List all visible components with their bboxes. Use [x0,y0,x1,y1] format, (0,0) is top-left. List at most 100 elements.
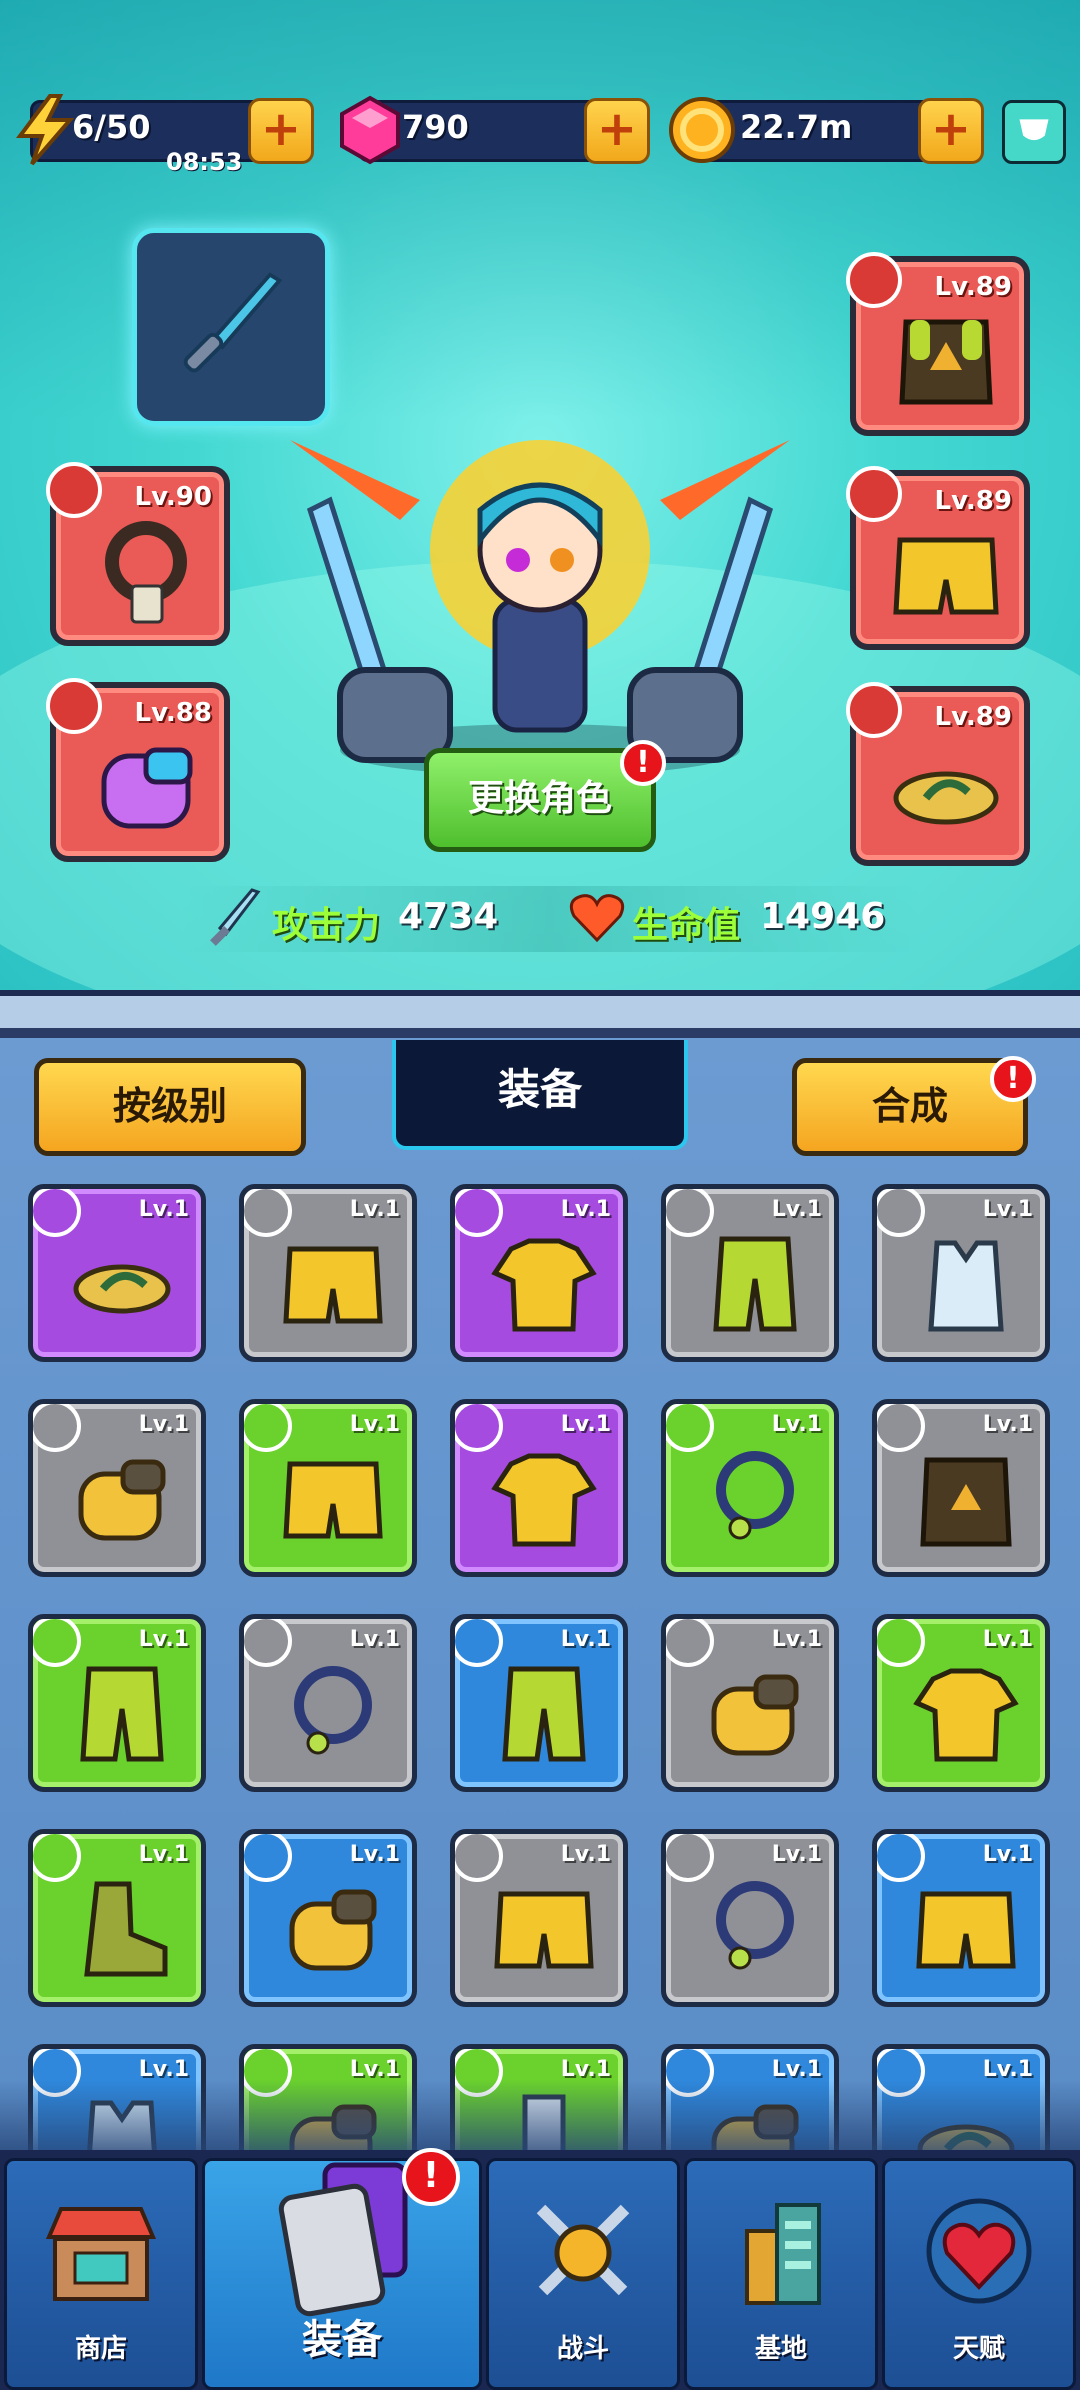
glove-category-icon [244,1834,292,1882]
weapon-slot[interactable] [132,228,330,426]
shop-icon [45,2207,157,2301]
inventory-item[interactable]: Lv.1 [661,1399,839,1577]
boots-category-icon [33,1834,81,1882]
add-gems-button[interactable]: + [584,98,650,164]
equipped-shoes-slot[interactable]: Lv.89 [846,682,1030,866]
necklace-icon [105,521,187,624]
shirt-category-icon [455,1404,503,1452]
pants-category-icon [455,1619,503,1667]
pants-category-icon [666,1189,714,1237]
armor-category-icon [877,1404,925,1452]
hp-value: 14946 [760,896,886,937]
gem-icon [340,95,400,165]
nav-battle[interactable]: 战斗 [486,2158,680,2390]
glove-icon [101,747,193,829]
inventory-item-level: Lv.1 [349,1412,400,1437]
add-energy-button[interactable]: + [248,98,314,164]
equipment-cards-icon [278,2162,408,2317]
nav-talent[interactable]: 天赋 [882,2158,1076,2390]
nav-base[interactable]: 基地 [684,2158,878,2390]
shoes-icon [73,1264,171,1314]
nav-equipment-label: 装备 [302,2317,382,2363]
inventory-item-level: Lv.1 [560,2057,611,2082]
inventory-item-level: Lv.1 [982,1627,1033,1652]
nav-equipment-alert: ! [402,2148,460,2206]
shorts-category-icon [244,1189,292,1237]
glove-icon [711,1674,799,1756]
inventory-item-level: Lv.1 [349,2057,400,2082]
inventory-item[interactable]: Lv.1 [661,1184,839,1362]
energy-value: 6/50 [72,108,151,146]
shoes-category-icon [846,682,902,738]
inventory-item-level: Lv.1 [771,1842,822,1867]
shorts-icon [494,1891,594,1969]
heart-icon [569,894,625,943]
inventory-item[interactable]: Lv.1 [28,1614,206,1792]
crossed-swords-icon [536,2204,630,2296]
inventory-item-level: Lv.1 [560,1842,611,1867]
equipped-shorts-slot[interactable]: Lv.89 [846,466,1030,650]
inventory-item-level: Lv.1 [982,2057,1033,2082]
inventory-item[interactable]: Lv.1 [28,1399,206,1577]
shirt-icon [913,1668,1019,1762]
inventory-item[interactable]: Lv.1 [239,1829,417,2007]
inventory-item[interactable]: Lv.1 [872,1184,1050,1362]
equipped-gloves-slot[interactable]: Lv.88 [46,678,230,862]
character-portrait [290,440,790,776]
gloves-category-icon [46,678,102,734]
necklace-icon [294,1666,372,1755]
necklace-category-icon [666,1404,714,1452]
inventory-item[interactable]: Lv.1 [872,1614,1050,1792]
inventory-item-level: Lv.1 [138,1842,189,1867]
inventory-item[interactable]: Lv.1 [239,1184,417,1362]
equipped-armor-slot[interactable]: Lv.89 [846,252,1030,436]
inventory-item[interactable]: Lv.1 [450,1184,628,1362]
necklace-category-icon [46,462,102,518]
heart-shield-icon [926,2198,1032,2304]
inventory-item[interactable]: Lv.1 [239,1399,417,1577]
shorts-category-icon [455,1834,503,1882]
necklace-icon [716,1881,794,1970]
add-coins-button[interactable]: + [918,98,984,164]
shorts-category-icon [244,1404,292,1452]
inventory-item[interactable]: Lv.1 [872,1399,1050,1577]
shield-button[interactable] [1002,100,1066,164]
inventory-item[interactable]: Lv.1 [28,1184,206,1362]
inventory-item-level: Lv.1 [349,1627,400,1652]
shorts-icon [283,1246,383,1324]
inventory-item-level: Lv.1 [138,1627,189,1652]
nav-base-label: 基地 [754,2334,807,2364]
shorts-icon [283,1461,383,1539]
inventory-item[interactable]: Lv.1 [450,1399,628,1577]
shirt-category-icon [455,1189,503,1237]
inventory-item[interactable]: Lv.1 [661,1829,839,2007]
nav-shop-label: 商店 [74,2334,127,2364]
shoes-category-icon [33,1189,81,1237]
inventory-item[interactable]: Lv.1 [28,1829,206,2007]
necklace-icon [716,1451,794,1540]
nav-battle-label: 战斗 [556,2334,609,2364]
equipped-shorts-level: Lv.89 [934,486,1012,516]
inventory-item-level: Lv.1 [771,1197,822,1222]
sort-by-level-button[interactable]: 按级别 [34,1058,306,1156]
inventory-item[interactable]: Lv.1 [450,1614,628,1792]
inventory-item[interactable]: Lv.1 [872,1829,1050,2007]
equipped-necklace-slot[interactable]: Lv.90 [46,462,230,646]
gems-value: 790 [402,108,469,146]
armor-icon [920,1457,1012,1547]
boots-icon [84,1881,168,1977]
coins-value: 22.7m [740,108,853,146]
inventory-item-level: Lv.1 [982,1197,1033,1222]
nav-talent-label: 天赋 [952,2334,1005,2364]
inventory-item[interactable]: Lv.1 [239,1614,417,1792]
inventory-item[interactable]: Lv.1 [661,1614,839,1792]
inventory-item[interactable]: Lv.1 [450,1829,628,2007]
glove-icon [78,1459,166,1541]
shorts-category-icon [846,466,902,522]
shirt-category-icon [877,1619,925,1667]
energy-timer: 08:53 [166,148,243,176]
inventory-item-level: Lv.1 [771,1627,822,1652]
nav-shop[interactable]: 商店 [4,2158,198,2390]
section-divider [0,990,1080,1038]
coin-icon [669,97,735,163]
